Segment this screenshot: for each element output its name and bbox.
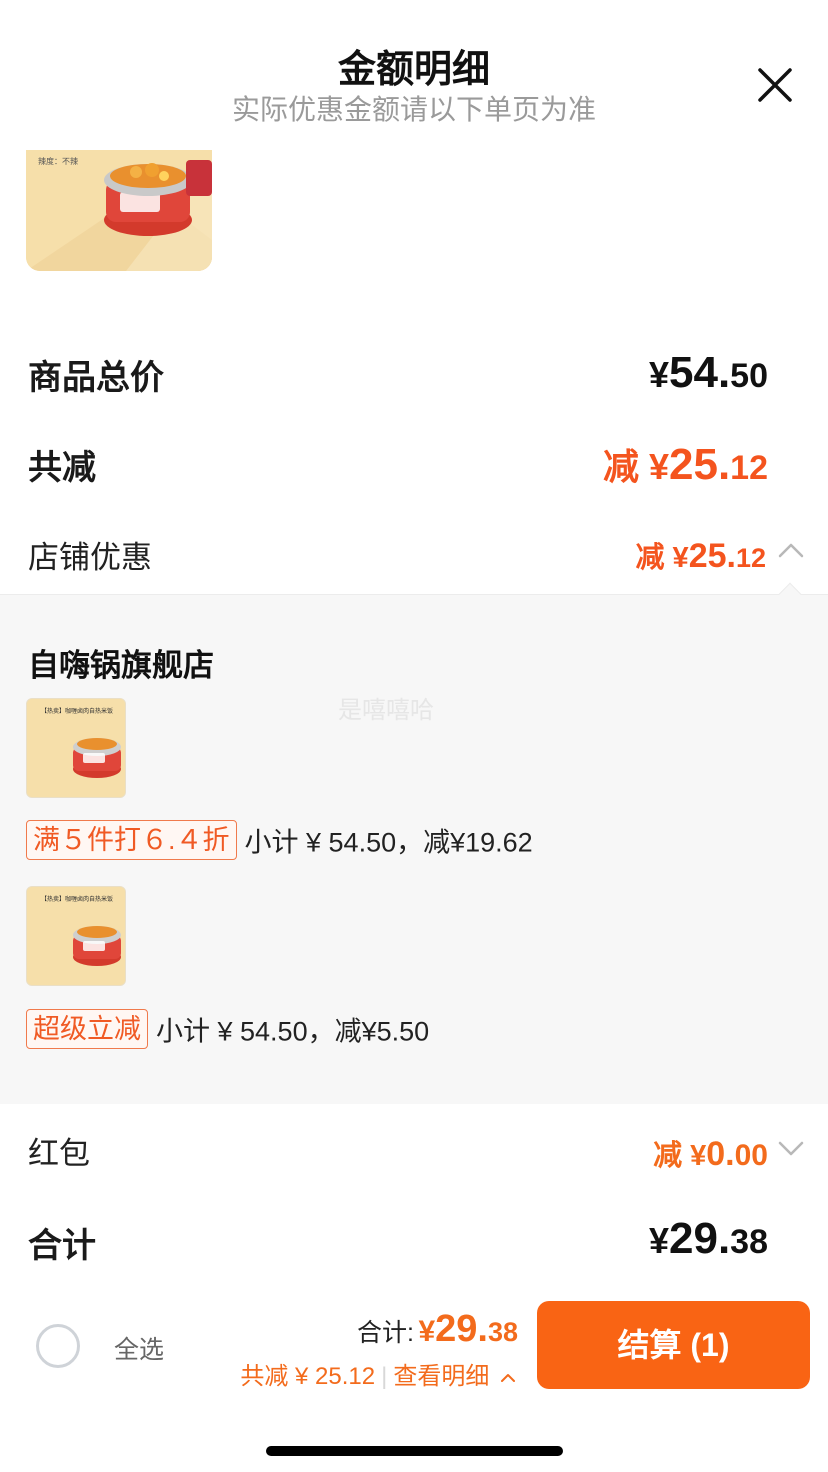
goods-total-value: ¥54.50 <box>648 348 768 397</box>
item-thumbnail[interactable]: 【热卖】咖喱卤肉自热米饭 <box>26 886 126 986</box>
bar-saved: 共减 ¥ 25.12 | 查看明细 <box>240 1356 516 1391</box>
promo-subtotal: 小计 ¥ 54.50，减¥5.50 <box>156 1016 430 1047</box>
red-packet-value: 减 ¥0.00 <box>653 1135 768 1173</box>
sheet-header: 金额明细 实际优惠金额请以下单页为准 <box>0 0 828 150</box>
promo-tag: 满５件打６.４折 <box>26 820 237 860</box>
home-indicator <box>266 1446 563 1456</box>
chevron-up-icon[interactable] <box>778 542 804 558</box>
chevron-up-icon[interactable] <box>500 1372 516 1383</box>
close-icon <box>758 68 792 102</box>
red-packet-label: 红包 <box>28 1136 90 1171</box>
chevron-down-icon[interactable] <box>778 1140 804 1156</box>
shop-discount-label: 店铺优惠 <box>28 540 152 575</box>
spice-label: 辣度：不辣 <box>38 156 78 166</box>
total-discount-label: 共减 <box>28 449 96 487</box>
select-all-label[interactable]: 全选 <box>114 1330 164 1366</box>
shop-discount-value: 减 ¥25.12 <box>635 537 767 575</box>
shop-name: 自嗨锅旗舰店 <box>28 648 214 683</box>
sheet-subtitle: 实际优惠金额请以下单页为准 <box>231 94 596 125</box>
divider: | <box>381 1363 388 1390</box>
view-detail-link[interactable]: 查看明细 <box>393 1363 489 1390</box>
saved-amount: 共减 ¥ 25.12 <box>240 1363 376 1390</box>
sheet-title: 金额明细 <box>337 49 490 91</box>
total-discount-value: 减 ¥25.12 <box>602 440 768 489</box>
grand-total-label: 合计 <box>28 1227 96 1265</box>
watermark: 是嘻嘻哈 <box>338 697 434 724</box>
promo-line: 超级立减 小计 ¥ 54.50，减¥5.50 <box>26 1009 429 1049</box>
bar-total: 合计: ¥29.38 <box>357 1308 518 1350</box>
promo-line: 满５件打６.４折 小计 ¥ 54.50，减¥19.62 <box>26 820 533 860</box>
svg-text:【热卖】咖喱卤肉自热米饭: 【热卖】咖喱卤肉自热米饭 <box>41 707 113 715</box>
promo-tag: 超级立减 <box>26 1009 148 1049</box>
promo-subtotal: 小计 ¥ 54.50，减¥19.62 <box>244 827 533 858</box>
goods-total-label: 商品总价 <box>28 359 164 397</box>
svg-text:【热卖】咖喱卤肉自热米饭: 【热卖】咖喱卤肉自热米饭 <box>41 895 113 903</box>
close-button[interactable] <box>752 62 798 108</box>
grand-total-value: ¥29.38 <box>648 1214 768 1263</box>
checkout-button[interactable]: 结算 (1) <box>537 1301 810 1389</box>
item-thumbnail[interactable]: 【热卖】咖喱卤肉自热米饭 <box>26 698 126 798</box>
select-all-checkbox[interactable] <box>36 1324 80 1368</box>
